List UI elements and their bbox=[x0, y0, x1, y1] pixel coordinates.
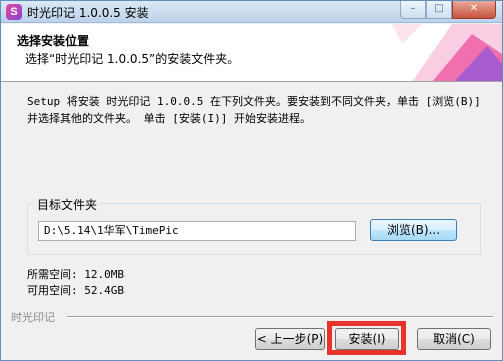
page-title: 选择安装位置 bbox=[17, 34, 90, 48]
close-icon[interactable]: ✕ bbox=[452, 1, 496, 19]
footer-divider bbox=[67, 316, 493, 318]
install-button-highlight bbox=[327, 321, 406, 355]
window-title: 时光印记 1.0.0.5 安装 bbox=[27, 6, 149, 20]
maximize-icon[interactable]: □ bbox=[426, 1, 452, 19]
browse-button[interactable]: 浏览(B)... bbox=[370, 219, 457, 241]
footer-brand: 时光印记 bbox=[11, 309, 59, 325]
header-decoration-icon bbox=[392, 24, 502, 81]
space-available-text: 可用空间: 52.4GB bbox=[27, 284, 124, 297]
minimize-icon[interactable]: – bbox=[400, 1, 426, 19]
header-panel: 选择安装位置 选择“时光印记 1.0.0.5”的安装文件夹。 bbox=[1, 24, 502, 82]
cancel-button[interactable]: 取消(C) bbox=[417, 328, 491, 350]
installer-window: S 时光印记 1.0.0.5 安装 – □ ✕ 选择安装位置 选择“时光印记 1… bbox=[0, 0, 503, 361]
instructions-text: Setup 将安装 时光印记 1.0.0.5 在下列文件夹。要安装到不同文件夹，… bbox=[27, 95, 481, 125]
title-bar[interactable]: S 时光印记 1.0.0.5 安装 – □ ✕ bbox=[1, 1, 502, 23]
content-area: Setup 将安装 时光印记 1.0.0.5 在下列文件夹。要安装到不同文件夹，… bbox=[1, 83, 502, 313]
space-required-text: 所需空间: 12.0MB bbox=[27, 268, 124, 281]
target-folder-label: 目标文件夹 bbox=[34, 196, 101, 213]
window-controls: – □ ✕ bbox=[400, 1, 496, 19]
target-path-input[interactable]: D:\5.14\1华军\TimePic bbox=[38, 221, 356, 241]
app-logo-icon: S bbox=[6, 4, 22, 20]
target-folder-group: 目标文件夹 D:\5.14\1华军\TimePic 浏览(B)... bbox=[27, 196, 481, 255]
back-button[interactable]: < 上一步(P) bbox=[255, 328, 325, 350]
page-subtitle: 选择“时光印记 1.0.0.5”的安装文件夹。 bbox=[25, 52, 240, 66]
